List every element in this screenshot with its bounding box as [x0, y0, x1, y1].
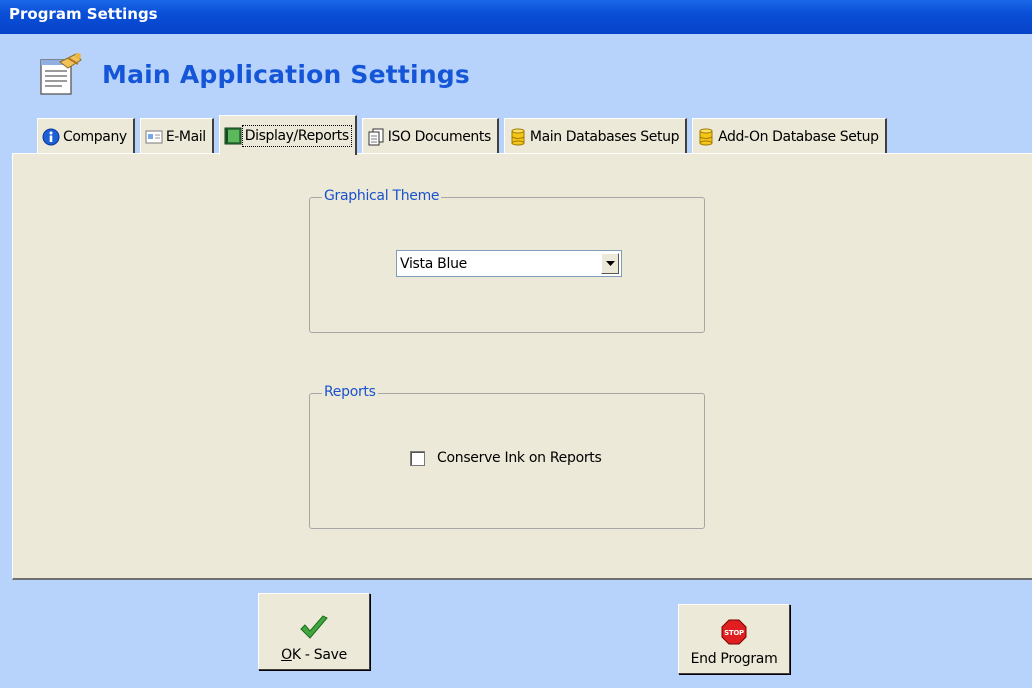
- tab-main-databases-setup[interactable]: Main Databases Setup: [503, 118, 688, 154]
- page-header: Main Application Settings: [38, 52, 470, 96]
- conserve-ink-checkbox[interactable]: [410, 450, 425, 466]
- ok-save-button[interactable]: OK - Save: [258, 593, 370, 670]
- database-icon: [509, 128, 527, 146]
- tab-label: Main Databases Setup: [529, 128, 680, 145]
- tab-label: Company: [63, 128, 127, 145]
- svg-text:STOP: STOP: [724, 629, 744, 637]
- ok-save-label: OK - Save: [281, 647, 347, 663]
- settings-document-icon: [38, 52, 82, 96]
- settings-tab-bar: Company E-Mail Display/Reports ISO Docum…: [37, 112, 892, 155]
- window-title-bar[interactable]: Program Settings: [0, 0, 1032, 34]
- tab-label: E-Mail: [165, 128, 206, 145]
- documents-icon: [367, 128, 385, 146]
- tab-label: Display/Reports: [241, 124, 352, 147]
- chevron-down-icon[interactable]: [601, 253, 619, 274]
- conserve-ink-label: Conserve Ink on Reports: [437, 450, 602, 466]
- end-program-button[interactable]: STOP End Program: [678, 604, 790, 674]
- display-book-icon: [224, 127, 242, 145]
- window-title: Program Settings: [9, 5, 158, 23]
- tab-email[interactable]: E-Mail: [139, 118, 214, 154]
- tab-label: ISO Documents: [387, 128, 492, 145]
- database-icon: [697, 128, 715, 146]
- display-reports-panel: Graphical Theme Vista Blue Reports Conse…: [12, 153, 1032, 580]
- graphical-theme-value: Vista Blue: [400, 255, 467, 272]
- reports-group: Reports Conserve Ink on Reports: [309, 384, 705, 529]
- graphical-theme-group: Graphical Theme Vista Blue: [309, 188, 705, 333]
- tab-display-reports[interactable]: Display/Reports: [218, 115, 357, 155]
- tab-add-on-database-setup[interactable]: Add-On Database Setup: [692, 118, 887, 154]
- tab-label: Add-On Database Setup: [718, 128, 879, 145]
- info-icon: [42, 128, 60, 146]
- tab-company[interactable]: Company: [37, 118, 135, 154]
- email-card-icon: [145, 128, 163, 146]
- reports-legend: Reports: [322, 384, 378, 400]
- conserve-ink-option[interactable]: Conserve Ink on Reports: [410, 450, 602, 466]
- end-program-label: End Program: [690, 651, 778, 667]
- graphical-theme-legend: Graphical Theme: [322, 188, 442, 204]
- stop-sign-icon: STOP: [721, 619, 747, 645]
- checkmark-icon: [300, 615, 328, 639]
- tab-iso-documents[interactable]: ISO Documents: [361, 118, 499, 154]
- page-title: Main Application Settings: [102, 59, 470, 89]
- graphical-theme-select[interactable]: Vista Blue: [396, 250, 622, 277]
